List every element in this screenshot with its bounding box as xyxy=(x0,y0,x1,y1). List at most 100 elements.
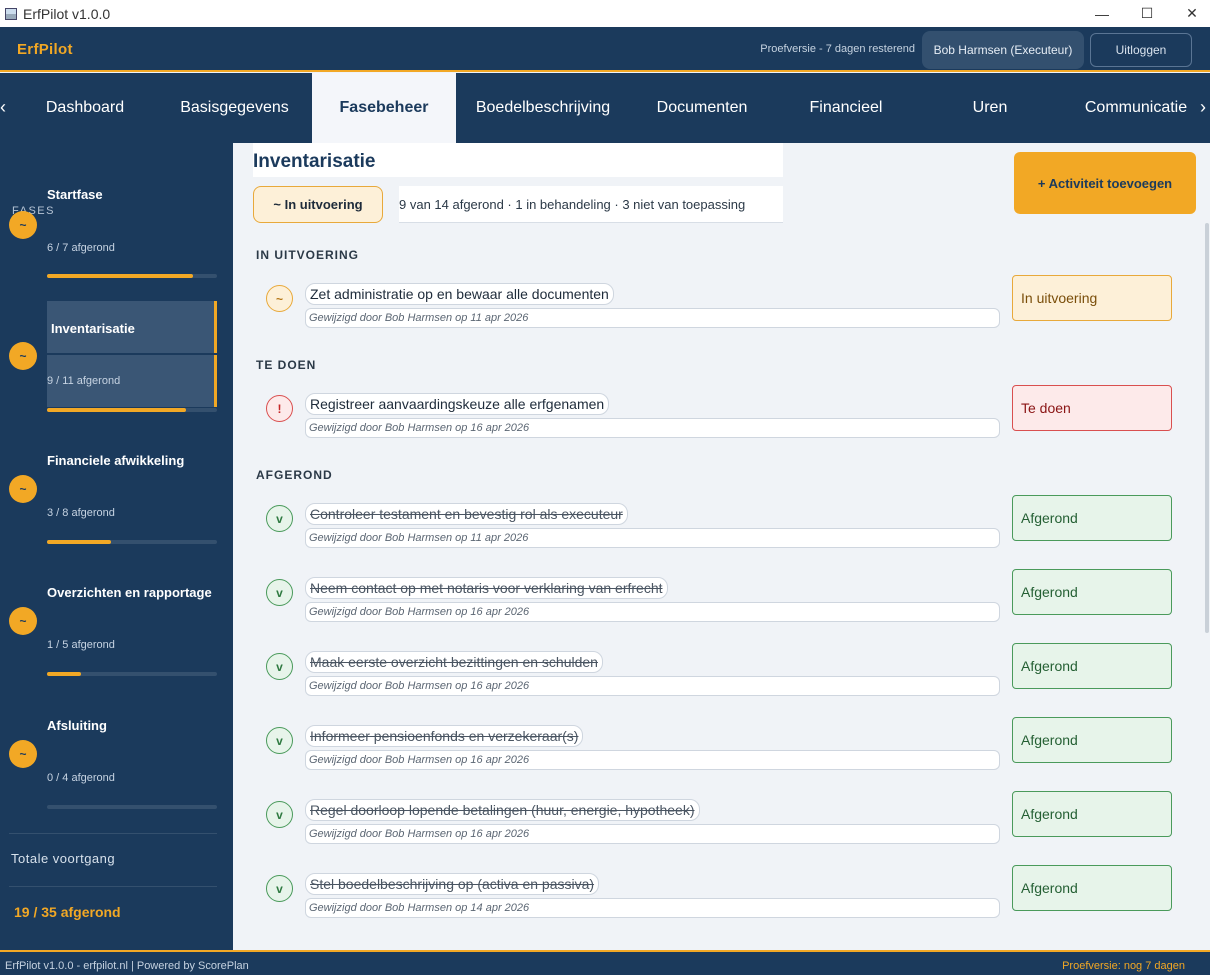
in-progress-icon: ~ xyxy=(9,607,37,635)
window-titlebar: ErfPilot v1.0.0 — ☐ ✕ xyxy=(0,0,1210,27)
minimize-icon[interactable]: — xyxy=(1079,0,1125,27)
tab-documenten[interactable]: Documenten xyxy=(632,73,772,143)
phase-financiele-afwikkeling[interactable]: Financiele afwikkeling ~ 3 / 8 afgerond xyxy=(0,453,233,553)
activity-row[interactable]: v Regel doorloop lopende betalingen (huu… xyxy=(233,791,1210,851)
activity-title[interactable]: Controleer testament en bevestig rol als… xyxy=(305,503,628,525)
activity-status-select[interactable]: Afgerond xyxy=(1012,717,1172,763)
activity-meta: Gewijzigd door Bob Harmsen op 14 apr 202… xyxy=(305,898,1000,918)
activity-title[interactable]: Zet administratie op en bewaar alle docu… xyxy=(305,283,614,305)
activity-row[interactable]: v Informeer pensioenfonds en verzekeraar… xyxy=(233,717,1210,777)
tab-communicatie[interactable]: Communicatie xyxy=(1068,73,1204,143)
activity-title[interactable]: Registreer aanvaardingskeuze alle erfgen… xyxy=(305,393,610,415)
phase-name: Startfase xyxy=(47,187,103,202)
activity-row[interactable]: ! Registreer aanvaardingskeuze alle erfg… xyxy=(233,385,1210,445)
section-heading-todo: TE DOEN xyxy=(256,358,317,372)
main-tabs: ‹ Dashboard Basisgegevens Fasebeheer Boe… xyxy=(0,73,1210,143)
phase-overzichten-rapportage[interactable]: Overzichten en rapportage ~ 1 / 5 afgero… xyxy=(0,585,233,685)
activity-meta: Gewijzigd door Bob Harmsen op 11 apr 202… xyxy=(305,528,1000,548)
phases-sidebar: FASES Startfase ~ 6 / 7 afgerond Inventa… xyxy=(0,143,233,950)
user-badge[interactable]: Bob Harmsen (Executeur) xyxy=(922,31,1084,69)
tab-dashboard[interactable]: Dashboard xyxy=(20,73,150,143)
check-icon: v xyxy=(266,653,293,680)
activity-status-select[interactable]: Afgerond xyxy=(1012,865,1172,911)
activity-meta: Gewijzigd door Bob Harmsen op 16 apr 202… xyxy=(305,676,1000,696)
activity-meta: Gewijzigd door Bob Harmsen op 16 apr 202… xyxy=(305,418,1000,438)
in-progress-icon: ~ xyxy=(9,211,37,239)
activity-title[interactable]: Stel boedelbeschrijving op (activa en pa… xyxy=(305,873,600,895)
activity-meta: Gewijzigd door Bob Harmsen op 16 apr 202… xyxy=(305,824,1000,844)
activity-title[interactable]: Regel doorloop lopende betalingen (huur,… xyxy=(305,799,700,821)
activity-status-select[interactable]: Afgerond xyxy=(1012,569,1172,615)
in-progress-icon: ~ xyxy=(266,285,293,312)
tab-uren[interactable]: Uren xyxy=(930,73,1050,143)
activity-title[interactable]: Informeer pensioenfonds en verzekeraar(s… xyxy=(305,725,584,747)
activity-meta: Gewijzigd door Bob Harmsen op 11 apr 202… xyxy=(305,308,1000,328)
in-progress-icon: ~ xyxy=(9,342,37,370)
phase-progress-bar xyxy=(47,408,217,412)
phase-count: 9 / 11 afgerond xyxy=(47,375,121,387)
close-icon[interactable]: ✕ xyxy=(1169,0,1210,27)
brand-logo: ErfPilot xyxy=(17,41,73,58)
tabs-next-icon[interactable]: › xyxy=(1200,97,1206,118)
app-icon xyxy=(5,7,17,20)
activity-meta: Gewijzigd door Bob Harmsen op 16 apr 202… xyxy=(305,750,1000,770)
phase-progress-bar xyxy=(47,274,217,278)
activity-row[interactable]: v Neem contact op met notaris voor verkl… xyxy=(233,569,1210,629)
activity-status-select[interactable]: In uitvoering xyxy=(1012,275,1172,321)
trial-notice: Proefversie - 7 dagen resterend xyxy=(760,43,915,55)
window-title: ErfPilot v1.0.0 xyxy=(23,5,111,22)
activity-status-select[interactable]: Afgerond xyxy=(1012,495,1172,541)
in-progress-icon: ~ xyxy=(9,740,37,768)
phase-progress-bar xyxy=(47,805,217,809)
active-phase-divider xyxy=(47,353,217,355)
tab-boedelbeschrijving[interactable]: Boedelbeschrijving xyxy=(468,73,618,143)
activity-title[interactable]: Neem contact op met notaris voor verklar… xyxy=(305,577,668,599)
maximize-icon[interactable]: ☐ xyxy=(1124,0,1170,27)
main-scrollbar[interactable] xyxy=(1205,223,1209,633)
activity-status-select[interactable]: Te doen xyxy=(1012,385,1172,431)
tab-fasebeheer[interactable]: Fasebeheer xyxy=(312,73,456,143)
status-footer: ErfPilot v1.0.0 - erfpilot.nl | Powered … xyxy=(0,950,1210,975)
tab-financieel[interactable]: Financieel xyxy=(786,73,906,143)
phase-startfase[interactable]: Startfase ~ 6 / 7 afgerond xyxy=(0,187,233,287)
phase-count: 6 / 7 afgerond xyxy=(47,242,115,254)
phase-name: Inventarisatie xyxy=(51,321,135,336)
section-heading-in-progress: IN UITVOERING xyxy=(256,248,360,262)
phase-count: 3 / 8 afgerond xyxy=(47,507,115,519)
activity-row[interactable]: v Controleer testament en bevestig rol a… xyxy=(233,495,1210,555)
check-icon: v xyxy=(266,801,293,828)
phase-progress-bar xyxy=(47,672,217,676)
activity-row[interactable]: v Maak eerste overzicht bezittingen en s… xyxy=(233,643,1210,703)
divider xyxy=(9,886,217,887)
page-title: Inventarisatie xyxy=(253,151,376,172)
add-activity-button[interactable]: + Activiteit toevoegen xyxy=(1014,152,1196,214)
app-header: ErfPilot Proefversie - 7 dagen resterend… xyxy=(0,27,1210,72)
phase-name: Financiele afwikkeling xyxy=(47,453,185,468)
footer-info: ErfPilot v1.0.0 - erfpilot.nl | Powered … xyxy=(5,960,249,972)
phase-afsluiting[interactable]: Afsluiting ~ 0 / 4 afgerond xyxy=(0,718,233,818)
activity-meta: Gewijzigd door Bob Harmsen op 16 apr 202… xyxy=(305,602,1000,622)
warning-icon: ! xyxy=(266,395,293,422)
total-progress-value: 19 / 35 afgerond xyxy=(14,904,121,920)
activity-row[interactable]: v Stel boedelbeschrijving op (activa en … xyxy=(233,865,1210,925)
logout-button[interactable]: Uitloggen xyxy=(1090,33,1192,67)
phase-count: 0 / 4 afgerond xyxy=(47,772,115,784)
phase-name: Overzichten en rapportage xyxy=(47,585,212,600)
footer-trial: Proefversie: nog 7 dagen xyxy=(1062,960,1185,972)
phase-count: 1 / 5 afgerond xyxy=(47,639,115,651)
activity-title[interactable]: Maak eerste overzicht bezittingen en sch… xyxy=(305,651,603,673)
phase-status-badge[interactable]: ~ In uitvoering xyxy=(253,186,383,223)
tab-basisgegevens[interactable]: Basisgegevens xyxy=(162,73,307,143)
activity-status-select[interactable]: Afgerond xyxy=(1012,791,1172,837)
activity-status-select[interactable]: Afgerond xyxy=(1012,643,1172,689)
section-heading-done: AFGEROND xyxy=(256,468,333,482)
check-icon: v xyxy=(266,727,293,754)
in-progress-icon: ~ xyxy=(9,475,37,503)
phase-detail: Inventarisatie ~ In uitvoering 9 van 14 … xyxy=(233,143,1210,950)
check-icon: v xyxy=(266,875,293,902)
activity-row[interactable]: ~ Zet administratie op en bewaar alle do… xyxy=(233,275,1210,335)
check-icon: v xyxy=(266,505,293,532)
tabs-prev-icon[interactable]: ‹ xyxy=(0,97,6,118)
phase-inventarisatie[interactable]: Inventarisatie ~ 9 / 11 afgerond xyxy=(0,301,233,412)
total-progress-label: Totale voortgang xyxy=(11,851,116,866)
